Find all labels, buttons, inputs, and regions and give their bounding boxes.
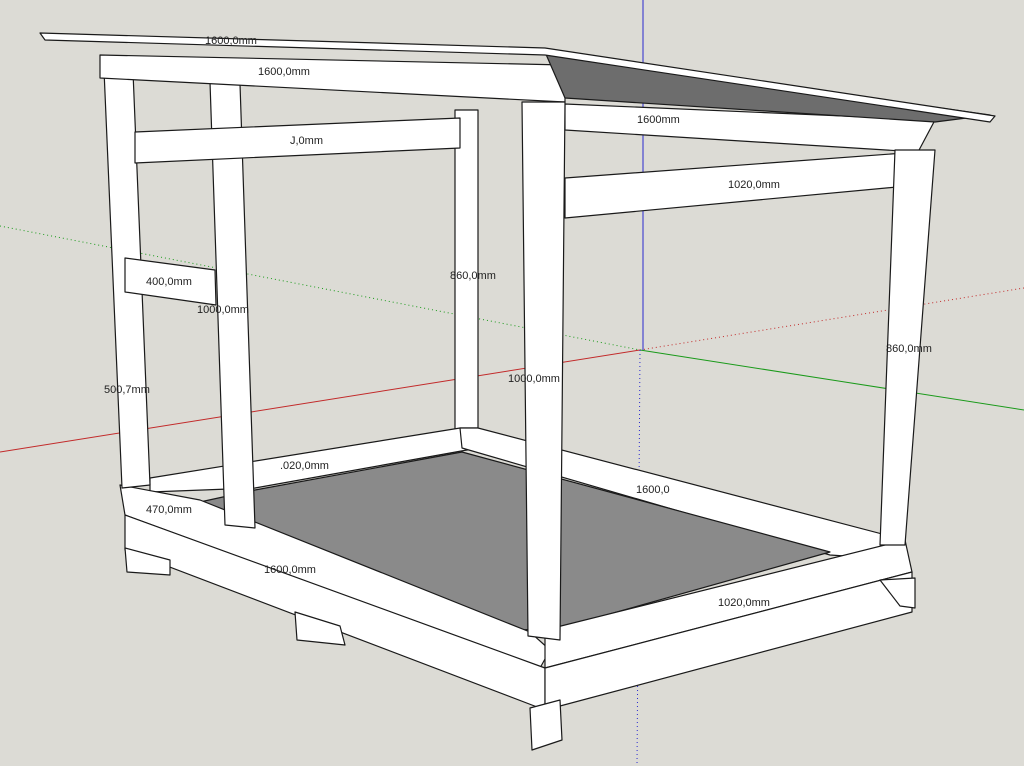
dim-front-top-beam[interactable]: 1600,0mm <box>258 66 310 78</box>
dim-front-right-post[interactable]: 1000,0mm <box>508 373 560 385</box>
red-axis-dotted <box>639 287 1024 351</box>
dim-right-post[interactable]: 860,0mm <box>886 343 932 355</box>
dim-rear-post[interactable]: 860,0mm <box>450 270 496 282</box>
dim-window-top[interactable]: 400,0mm <box>146 276 192 288</box>
dim-back-floor-edge[interactable]: .020,0mm <box>280 460 329 472</box>
dim-front-base[interactable]: 1600,0mm <box>264 564 316 576</box>
front-top-beam <box>99 54 566 103</box>
dim-roof-front[interactable]: 1600,0mm <box>205 35 257 47</box>
dim-back-crossbar[interactable]: J,0mm <box>290 135 323 147</box>
dim-door-gap[interactable]: 470,0mm <box>146 504 192 516</box>
dim-left-post-inner[interactable]: 1000,0mm <box>197 304 249 316</box>
green-axis <box>639 349 1024 411</box>
sketchup-viewport[interactable]: 1600,0mm 1600,0mm 1600mm J,0mm 1020,0mm … <box>0 0 1024 766</box>
dim-right-floor-edge[interactable]: 1600,0 <box>636 484 670 496</box>
skid-front-right <box>529 699 563 751</box>
dim-side-top-beam[interactable]: 1600mm <box>637 114 680 126</box>
dim-side-crossbar[interactable]: 1020,0mm <box>728 179 780 191</box>
dim-right-base[interactable]: 1020,0mm <box>718 597 770 609</box>
front-right-post <box>521 101 566 641</box>
dim-window-side[interactable]: 500,7mm <box>104 384 150 396</box>
